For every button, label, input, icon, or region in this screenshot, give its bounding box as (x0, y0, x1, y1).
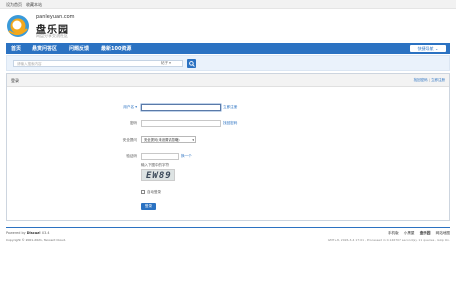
footer-link-mobile[interactable]: 手机版 (388, 231, 399, 235)
nav-item-latest[interactable]: 最新100资源 (101, 45, 131, 52)
main-nav: 首页 悬赏问答区 问题反馈 最新100资源 快捷导航 ⌄ (6, 43, 450, 54)
footer-links: 手机版 小黑屋 盘乐园 网站地图 (384, 231, 450, 236)
captcha-image[interactable]: EW89 (141, 169, 175, 181)
auto-login-checkbox[interactable] (141, 190, 145, 194)
register-link[interactable]: 立即注册 (431, 78, 445, 82)
footer-link-blacklist[interactable]: 小黑屋 (404, 231, 415, 235)
password-field[interactable] (141, 120, 221, 127)
footer-powered: Powered by Discuz! X3.4 (6, 231, 50, 235)
security-question-label: 安全提问 (122, 138, 137, 142)
footer-link-sitemap[interactable]: 网站地图 (436, 231, 450, 235)
set-home-link[interactable]: 设为首页 (6, 2, 22, 8)
logo-slogan: 网盘分享交流社区 (36, 33, 68, 38)
search-placeholder: 请输入搜索内容 (17, 62, 42, 66)
search-bar: 请输入搜索内容 帖子 ▾ (6, 55, 450, 71)
captcha-input[interactable] (141, 153, 179, 160)
find-password-link[interactable]: 找回密码 (414, 78, 428, 82)
top-bar: 设为首页 收藏本站 (0, 0, 456, 9)
chevron-down-icon: ⌄ (434, 46, 439, 51)
quick-nav-button[interactable]: 快捷导航 ⌄ (410, 45, 446, 52)
nav-item-bounty[interactable]: 悬赏问答区 (32, 45, 57, 52)
quick-nav-label: 快捷导航 (417, 46, 434, 51)
search-icon (188, 60, 195, 67)
register-inline-link[interactable]: 立即注册 (223, 105, 237, 110)
logo-emblem-icon (7, 15, 29, 37)
footer-link-site[interactable]: 盘乐园 (420, 231, 431, 235)
username-label: 用户名 ▾ (123, 105, 137, 109)
captcha-label: 验证码 (126, 154, 137, 158)
password-label: 密码 (129, 121, 137, 125)
forgot-password-link[interactable]: 找回密码 (223, 121, 237, 126)
search-button[interactable] (187, 59, 196, 68)
login-title: 登录 (11, 78, 19, 83)
site-logo[interactable]: panleyuan.com 盘乐园 网盘分享交流社区 (6, 12, 96, 40)
bookmark-link[interactable]: 收藏本站 (26, 2, 42, 8)
nav-item-feedback[interactable]: 问题反馈 (69, 45, 89, 52)
login-submit-button[interactable]: 登录 (141, 203, 156, 210)
captcha-text: EW89 (146, 171, 172, 181)
footer-copyright: Copyright © 2001-2021, Tencent Cloud. (6, 238, 66, 242)
auto-login-label: 自动登录 (147, 190, 161, 194)
nav-item-home[interactable]: 首页 (11, 45, 21, 52)
footer-divider (6, 227, 450, 228)
security-question-value: 安全提问(未设置请忽略) (144, 138, 180, 142)
login-panel-header: 登录 找回密码 | 立即注册 (7, 74, 449, 87)
panel-header-links: 找回密码 | 立即注册 (413, 78, 445, 82)
security-question-select[interactable]: 安全提问(未设置请忽略) ▾ (141, 136, 196, 143)
login-panel: 登录 找回密码 | 立即注册 用户名 ▾ 立即注册 密码 找回密码 安全提问 安… (6, 73, 450, 221)
chevron-down-icon: ▾ (192, 138, 194, 142)
captcha-hint: 输入下图中的字符 (141, 163, 169, 167)
captcha-refresh-link[interactable]: 换一个 (181, 154, 192, 159)
search-input[interactable]: 请输入搜索内容 (13, 60, 183, 67)
footer-meta: GMT+8, 2026-3-4 17:01 , Processed in 0.1… (327, 238, 450, 242)
search-scope-select[interactable]: 帖子 ▾ (161, 61, 171, 66)
logo-domain: panleyuan.com (36, 14, 75, 20)
username-field[interactable] (141, 104, 221, 111)
footer-product-link[interactable]: Discuz! (27, 231, 41, 235)
